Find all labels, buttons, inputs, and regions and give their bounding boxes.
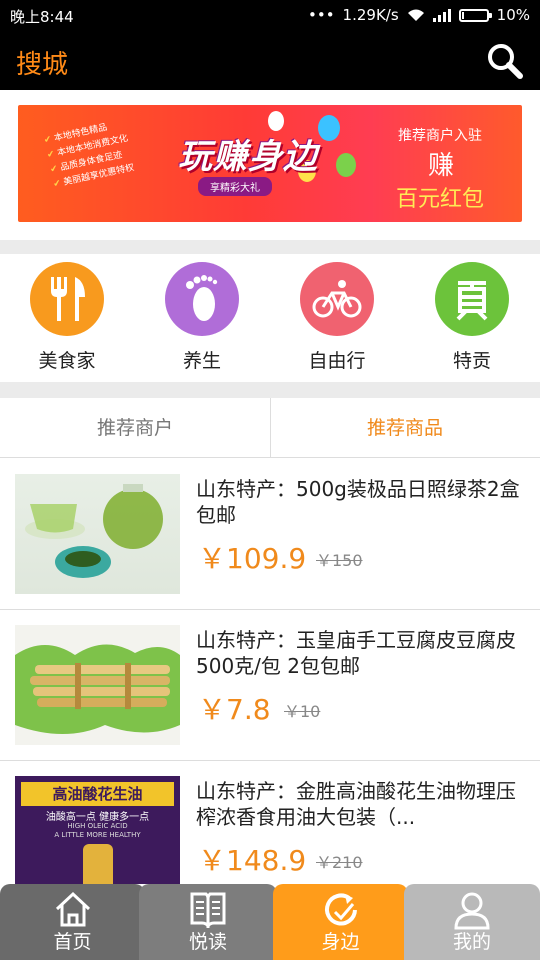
nav-label: 身边	[321, 931, 360, 953]
product-item[interactable]: 山东特产：玉皇庙手工豆腐皮豆腐皮500克/包 2包包邮 ￥7.8 ￥10	[0, 610, 540, 761]
banner-headline: 玩赚身边	[178, 137, 318, 177]
category-travel[interactable]: 自由行	[282, 262, 392, 377]
nav-reading[interactable]: 悦读	[139, 884, 277, 960]
status-time: 晚上8:44	[10, 8, 74, 26]
product-title: 山东特产：玉皇庙手工豆腐皮豆腐皮500克/包 2包包邮	[196, 628, 516, 678]
book-icon	[190, 892, 226, 928]
oil-bottle	[83, 844, 113, 884]
signal-icon	[432, 8, 451, 22]
banner-section: 本地特色精品 本地本地消费文化 品质身体食足迹 美丽越享优惠特权 玩赚身边 享精…	[0, 90, 540, 240]
oil-label-title: 高油酸花生油	[21, 782, 174, 806]
banner-cta-line1: 推荐商户入驻	[398, 128, 482, 144]
footprint-icon	[186, 275, 218, 321]
nav-home[interactable]: 首页	[0, 884, 145, 960]
nav-label: 悦读	[188, 931, 227, 953]
oil-label-en2: A LITTLE MORE HEALTHY	[54, 831, 141, 839]
category-specialty-badge	[435, 262, 509, 336]
banner-ribbon: 享精彩大礼	[198, 177, 272, 196]
search-button[interactable]	[486, 42, 524, 80]
product-price: ￥109.9	[198, 542, 307, 575]
category-food-badge	[30, 262, 104, 336]
tofu-skin-illustration	[15, 644, 180, 734]
home-icon	[55, 891, 90, 927]
wifi-icon	[407, 9, 424, 21]
app-title: 搜城	[16, 50, 69, 80]
product-original-price: ￥210	[316, 853, 363, 872]
banner-cta-line3: 百元红包	[396, 187, 485, 212]
bicycle-icon	[312, 280, 362, 318]
section-divider	[0, 382, 540, 398]
user-icon	[454, 892, 490, 930]
tab-bar: 推荐商户 推荐商品	[0, 398, 540, 458]
banner-cta-line2: 赚	[428, 151, 455, 181]
category-label: 特贡	[452, 350, 491, 372]
status-right: ••• 1.29K/s 10%	[308, 6, 530, 24]
category-food[interactable]: 美食家	[12, 262, 122, 377]
category-travel-badge	[300, 262, 374, 336]
battery-percent: 10%	[496, 6, 530, 24]
balloon-decoration	[268, 111, 284, 131]
fork-knife-icon	[51, 277, 85, 321]
oil-label-en1: HIGH OLEIC ACID	[67, 822, 128, 830]
category-label: 养生	[182, 350, 221, 372]
nearby-icon	[324, 893, 357, 926]
product-image-tofu-skin[interactable]	[15, 625, 180, 745]
balloon-decoration	[336, 153, 356, 177]
category-health[interactable]: 养生	[147, 262, 257, 377]
nav-nearby[interactable]: 身边	[273, 884, 408, 960]
category-label: 自由行	[308, 350, 366, 372]
category-health-badge	[165, 262, 239, 336]
banner-feature-list: 本地特色精品 本地本地消费文化 品质身体食足迹 美丽越享优惠特权	[43, 117, 136, 193]
product-original-price: ￥150	[316, 551, 363, 570]
product-price: ￥148.9	[198, 844, 307, 877]
more-dots-icon: •••	[308, 6, 335, 24]
nav-profile[interactable]: 我的	[404, 884, 540, 960]
promo-banner[interactable]: 本地特色精品 本地本地消费文化 品质身体食足迹 美丽越享优惠特权 玩赚身边 享精…	[18, 105, 522, 222]
category-specialty[interactable]: 特贡	[417, 262, 527, 377]
product-title: 山东特产：金胜高油酸花生油物理压榨浓香食用油大包装（...	[196, 779, 516, 829]
nav-label: 首页	[53, 931, 92, 953]
oil-label-slogan: 油酸高一点 健康多一点	[45, 812, 150, 823]
product-image-peanut-oil[interactable]: 高油酸花生油 油酸高一点 健康多一点 HIGH OLEIC ACID A LIT…	[15, 776, 180, 886]
category-grid: 美食家 养生 自由行 特贡	[0, 254, 540, 382]
product-price: ￥7.8	[198, 693, 271, 726]
section-divider	[0, 240, 540, 254]
battery-icon	[458, 8, 492, 22]
product-image-green-tea[interactable]	[15, 474, 180, 594]
tea-illustration	[25, 484, 163, 578]
search-icon	[488, 44, 523, 79]
bottom-nav: 首页 悦读 身边 我的	[0, 884, 540, 960]
tab-recommended-merchants[interactable]: 推荐商户	[0, 398, 270, 458]
status-bar: 晚上8:44 ••• 1.29K/s 10%	[0, 0, 540, 32]
category-label: 美食家	[38, 350, 96, 372]
product-item[interactable]: 高油酸花生油 油酸高一点 健康多一点 HIGH OLEIC ACID A LIT…	[0, 761, 540, 886]
product-item[interactable]: 山东特产：500g装极品日照绿茶2盒包邮 ￥109.9 ￥150	[0, 459, 540, 610]
app-bar: 搜城	[0, 32, 540, 90]
product-title: 山东特产：500g装极品日照绿茶2盒包邮	[196, 477, 520, 527]
network-speed: 1.29K/s	[342, 6, 399, 24]
tab-recommended-products[interactable]: 推荐商品	[270, 398, 540, 458]
product-original-price: ￥10	[284, 702, 321, 721]
nav-label: 我的	[452, 931, 491, 953]
gong-icon	[456, 281, 488, 321]
balloon-decoration	[318, 115, 340, 141]
